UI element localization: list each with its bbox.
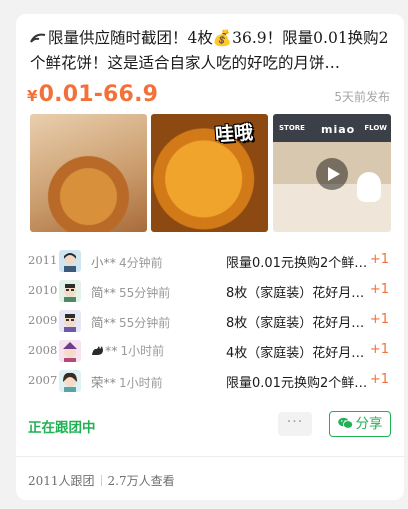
price-value: 0.01-66.9 (38, 82, 159, 107)
group-buy-card[interactable]: 限量供应随时截团！4枚💰36.9！限量0.01换购2个鲜花饼！这是适合自家人吃的… (16, 14, 404, 500)
order-time: 55分钟前 (119, 316, 171, 330)
avatar (59, 280, 81, 302)
user-info: 荣** 1小时前 (91, 372, 163, 391)
order-item: 限量0.01元换购2个鲜花饼 (226, 256, 368, 271)
order-time: 4分钟前 (119, 256, 163, 270)
avatar (59, 310, 81, 332)
store-sign-right: FLOW (364, 124, 387, 132)
order-row[interactable]: 2007 荣** 1小时前 限量0.01元换购2个鲜花饼 +1 (16, 366, 404, 396)
order-number: 2011 (28, 253, 58, 267)
order-number: 2010 (28, 283, 58, 297)
store-brand: miao (321, 123, 356, 136)
order-row[interactable]: 2010 简**55分钟前 8枚（家庭装）花好月圆月饼 +1 (16, 276, 404, 306)
user-info: 小** 4分钟前 (91, 252, 163, 271)
following-status[interactable]: 正在跟团中 (28, 416, 96, 436)
order-item: 8枚（家庭装）花好月圆月饼 (226, 316, 368, 331)
avatar (59, 340, 81, 362)
post-title-text: 限量供应随时截团！4枚💰36.9！限量0.01换购2个鲜花饼！这是适合自家人吃的… (30, 29, 389, 72)
order-row[interactable]: 2011 小** 4分钟前 限量0.01元换购2个鲜花饼 +1 (16, 246, 404, 276)
price-range: ¥0.01-66.9 (27, 82, 158, 107)
cat-icon (92, 346, 103, 355)
order-number: 2007 (28, 373, 58, 387)
bear-mascot (357, 172, 381, 202)
user-name: 简** (91, 285, 117, 300)
order-quantity: +1 (369, 282, 389, 297)
wechat-icon (337, 417, 353, 429)
play-icon[interactable] (316, 158, 348, 190)
user-name: ** (105, 343, 118, 358)
user-info: ** 1小时前 (91, 342, 164, 359)
user-name: 小** (91, 255, 117, 270)
order-time: 1小时前 (120, 344, 165, 358)
order-quantity: +1 (369, 342, 389, 357)
avatar (59, 250, 81, 272)
store-sign: STORE miao FLOW (273, 114, 391, 142)
share-label: 分享 (355, 416, 383, 432)
order-quantity: +1 (369, 252, 389, 267)
order-item: 限量0.01元换购2个鲜花饼 (226, 376, 368, 391)
share-button[interactable]: 分享 (329, 411, 391, 437)
thumbnail-overlay-text: 哇哦 (214, 121, 254, 147)
order-quantity: +1 (369, 372, 389, 387)
post-title[interactable]: 限量供应随时截团！4枚💰36.9！限量0.01换购2个鲜花饼！这是适合自家人吃的… (30, 26, 392, 76)
order-item: 4枚（家庭装）花好月圆月饼 (226, 346, 368, 361)
thumbnail-mooncake-closeup[interactable]: 哇哦 (151, 114, 268, 232)
divider (16, 456, 404, 457)
avatar (59, 370, 81, 392)
more-options-button[interactable]: ··· (278, 412, 312, 436)
order-row[interactable]: 2008 **1小时前 4枚（家庭装）花好月圆月饼 +1 (16, 336, 404, 366)
order-number: 2008 (28, 343, 58, 357)
user-info: 简** 55分钟前 (91, 312, 170, 331)
currency-symbol: ¥ (27, 87, 38, 105)
thumbnail-store-video[interactable]: STORE miao FLOW (273, 114, 391, 232)
posted-time: 5天前发布 (334, 90, 390, 104)
stats-separator (100, 475, 102, 486)
order-time: 1小时前 (119, 376, 163, 390)
wave-icon (30, 33, 46, 43)
store-sign-left: STORE (279, 124, 305, 132)
order-item: 8枚（家庭装）花好月圆月饼 (226, 286, 368, 301)
stats-footer: 2011人跟团 2.7万人查看 (28, 472, 175, 489)
user-name: 荣** (91, 375, 117, 390)
participants-count: 2011人跟团 (28, 474, 95, 488)
order-time: 55分钟前 (119, 286, 171, 300)
views-count: 2.7万人查看 (107, 474, 175, 488)
order-quantity: +1 (369, 312, 389, 327)
order-row[interactable]: 2009 简**55分钟前 8枚（家庭装）花好月圆月饼 +1 (16, 306, 404, 336)
order-number: 2009 (28, 313, 58, 327)
thumbnail-mooncake-halved[interactable] (30, 114, 147, 232)
user-info: 简** 55分钟前 (91, 282, 170, 301)
user-name: 简** (91, 315, 117, 330)
